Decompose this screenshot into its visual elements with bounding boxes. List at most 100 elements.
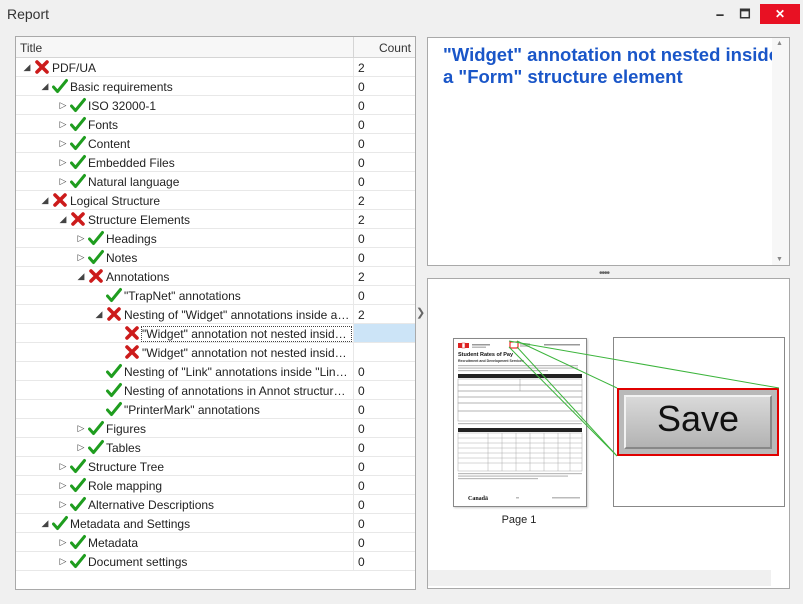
minimize-button[interactable]: 🗕 [711, 4, 729, 24]
error-x-icon [70, 211, 86, 227]
tree-row[interactable]: ◢ Metadata and Settings 0 [16, 514, 415, 533]
tree-row-label: Document settings [88, 555, 188, 569]
tree-row[interactable]: ▷ Headings 0 [16, 229, 415, 248]
page-subtitle-text: Recruitment and Development Services [458, 359, 524, 363]
column-header-title[interactable]: Title [20, 41, 42, 55]
tree-row[interactable]: Nesting of annotations in Annot structur… [16, 381, 415, 400]
tree-row[interactable]: "Widget" annotation not nested inside a.… [16, 343, 415, 362]
row-column-divider [353, 210, 354, 229]
expand-icon[interactable]: ▷ [58, 460, 68, 472]
tree-row[interactable]: ▷ Structure Tree 0 [16, 457, 415, 476]
tree-row-label: Notes [106, 251, 138, 265]
tree-row-label: Natural language [88, 175, 180, 189]
tree-row[interactable]: "PrinterMark" annotations 0 [16, 400, 415, 419]
check-icon [70, 154, 86, 170]
tree-row[interactable]: ▷ Document settings 0 [16, 552, 415, 571]
column-separator[interactable] [353, 37, 354, 57]
expand-icon[interactable]: ▷ [58, 156, 68, 168]
tree-row[interactable]: "Widget" annotation not nested inside a.… [16, 324, 415, 343]
row-column-divider [353, 457, 354, 476]
maximize-button[interactable]: 🗖 [736, 4, 754, 24]
tree-row-count: 2 [358, 308, 365, 322]
tree-row-label: Basic requirements [70, 80, 173, 94]
check-icon [70, 116, 86, 132]
tree-row[interactable]: ▷ Role mapping 0 [16, 476, 415, 495]
report-tree[interactable]: Title Count ◢ PDF/UA 2 ◢ Basic requirements 0… [15, 36, 416, 590]
tree-row-count: 0 [358, 137, 365, 151]
expand-icon[interactable]: ▷ [76, 441, 86, 453]
preview-scrollbar[interactable] [428, 570, 771, 586]
tree-row-label: Nesting of "Widget" annotations inside a… [124, 308, 351, 322]
tree-row[interactable]: Nesting of "Link" annotations inside "Li… [16, 362, 415, 381]
error-x-icon [124, 344, 140, 360]
tree-row-label: "TrapNet" annotations [124, 289, 241, 303]
row-column-divider [353, 115, 354, 134]
expand-icon[interactable]: ▷ [58, 137, 68, 149]
tree-row-count: 0 [358, 80, 365, 94]
tree-row[interactable]: ▷ Notes 0 [16, 248, 415, 267]
expand-icon[interactable]: ▷ [58, 175, 68, 187]
tree-row-label: "Widget" annotation not nested inside a.… [142, 346, 351, 360]
expand-icon[interactable]: ▷ [76, 251, 86, 263]
highlighted-widget[interactable]: Save [617, 388, 779, 456]
scroll-up-icon[interactable]: ▲ [776, 40, 783, 47]
page-thumbnail[interactable]: Student Rates of Pay Recruitment and Dev… [453, 338, 587, 507]
tree-row[interactable]: ◢ Structure Elements 2 [16, 210, 415, 229]
row-column-divider [353, 476, 354, 495]
column-header-count[interactable]: Count [379, 41, 411, 55]
tree-row[interactable]: ◢ Annotations 2 [16, 267, 415, 286]
tree-row-count: 0 [358, 498, 365, 512]
error-x-icon [88, 268, 104, 284]
row-column-divider [353, 248, 354, 267]
page-caption: Page 1 [501, 514, 537, 526]
collapse-icon[interactable]: ◢ [22, 61, 32, 73]
tree-row-count: 0 [358, 156, 365, 170]
row-column-divider [353, 58, 354, 77]
tree-row-count: 0 [358, 422, 365, 436]
tree-row[interactable]: ◢ PDF/UA 2 [16, 58, 415, 77]
collapse-icon[interactable]: ◢ [40, 194, 50, 206]
tree-row[interactable]: ▷ Natural language 0 [16, 172, 415, 191]
expand-icon[interactable]: ▷ [58, 99, 68, 111]
tree-row[interactable]: ▷ Figures 0 [16, 419, 415, 438]
expand-icon[interactable]: ▷ [76, 232, 86, 244]
tree-row[interactable]: ◢ Logical Structure 2 [16, 191, 415, 210]
page-thumbnail-content: Student Rates of Pay Recruitment and Dev… [457, 341, 583, 502]
tree-row[interactable]: ▷ Metadata 0 [16, 533, 415, 552]
expand-icon[interactable]: ▷ [58, 479, 68, 491]
tree-row-label: Nesting of annotations in Annot structur… [124, 384, 351, 398]
collapse-icon[interactable]: ◢ [40, 80, 50, 92]
close-button[interactable]: ✕ [760, 4, 800, 24]
row-column-divider [353, 153, 354, 172]
tree-row[interactable]: ▷ ISO 32000-1 0 [16, 96, 415, 115]
expand-icon[interactable]: ▷ [58, 498, 68, 510]
tree-row[interactable]: ▷ Embedded Files 0 [16, 153, 415, 172]
tree-row-label: Figures [106, 422, 147, 436]
message-scrollbar[interactable]: ▲ ▼ [772, 38, 789, 265]
tree-row-label: Logical Structure [70, 194, 161, 208]
row-column-divider [353, 495, 354, 514]
tree-row[interactable]: ▷ Alternative Descriptions 0 [16, 495, 415, 514]
row-column-divider [353, 552, 354, 571]
tree-row-label: "Widget" annotation not nested inside a.… [141, 326, 352, 342]
tree-row[interactable]: ▷ Tables 0 [16, 438, 415, 457]
collapse-icon[interactable]: ◢ [40, 517, 50, 529]
tree-row-count: 0 [358, 118, 365, 132]
expand-icon[interactable]: ▷ [58, 118, 68, 130]
collapse-icon[interactable]: ◢ [94, 308, 104, 320]
tree-row[interactable]: ▷ Content 0 [16, 134, 415, 153]
tree-row[interactable]: ◢ Basic requirements 0 [16, 77, 415, 96]
scroll-down-icon[interactable]: ▼ [776, 256, 783, 263]
expand-icon[interactable]: ▷ [76, 422, 86, 434]
tree-row-label: Metadata and Settings [70, 517, 191, 531]
collapse-icon[interactable]: ◢ [58, 213, 68, 225]
collapse-icon[interactable]: ◢ [76, 270, 86, 282]
expand-icon[interactable]: ▷ [58, 536, 68, 548]
tree-row[interactable]: ◢ Nesting of "Widget" annotations inside … [16, 305, 415, 324]
expand-icon[interactable]: ▷ [58, 555, 68, 567]
row-column-divider [353, 96, 354, 115]
chevron-right-icon[interactable]: ❯ [416, 306, 425, 319]
tree-row[interactable]: "TrapNet" annotations 0 [16, 286, 415, 305]
row-column-divider [353, 533, 354, 552]
tree-row[interactable]: ▷ Fonts 0 [16, 115, 415, 134]
